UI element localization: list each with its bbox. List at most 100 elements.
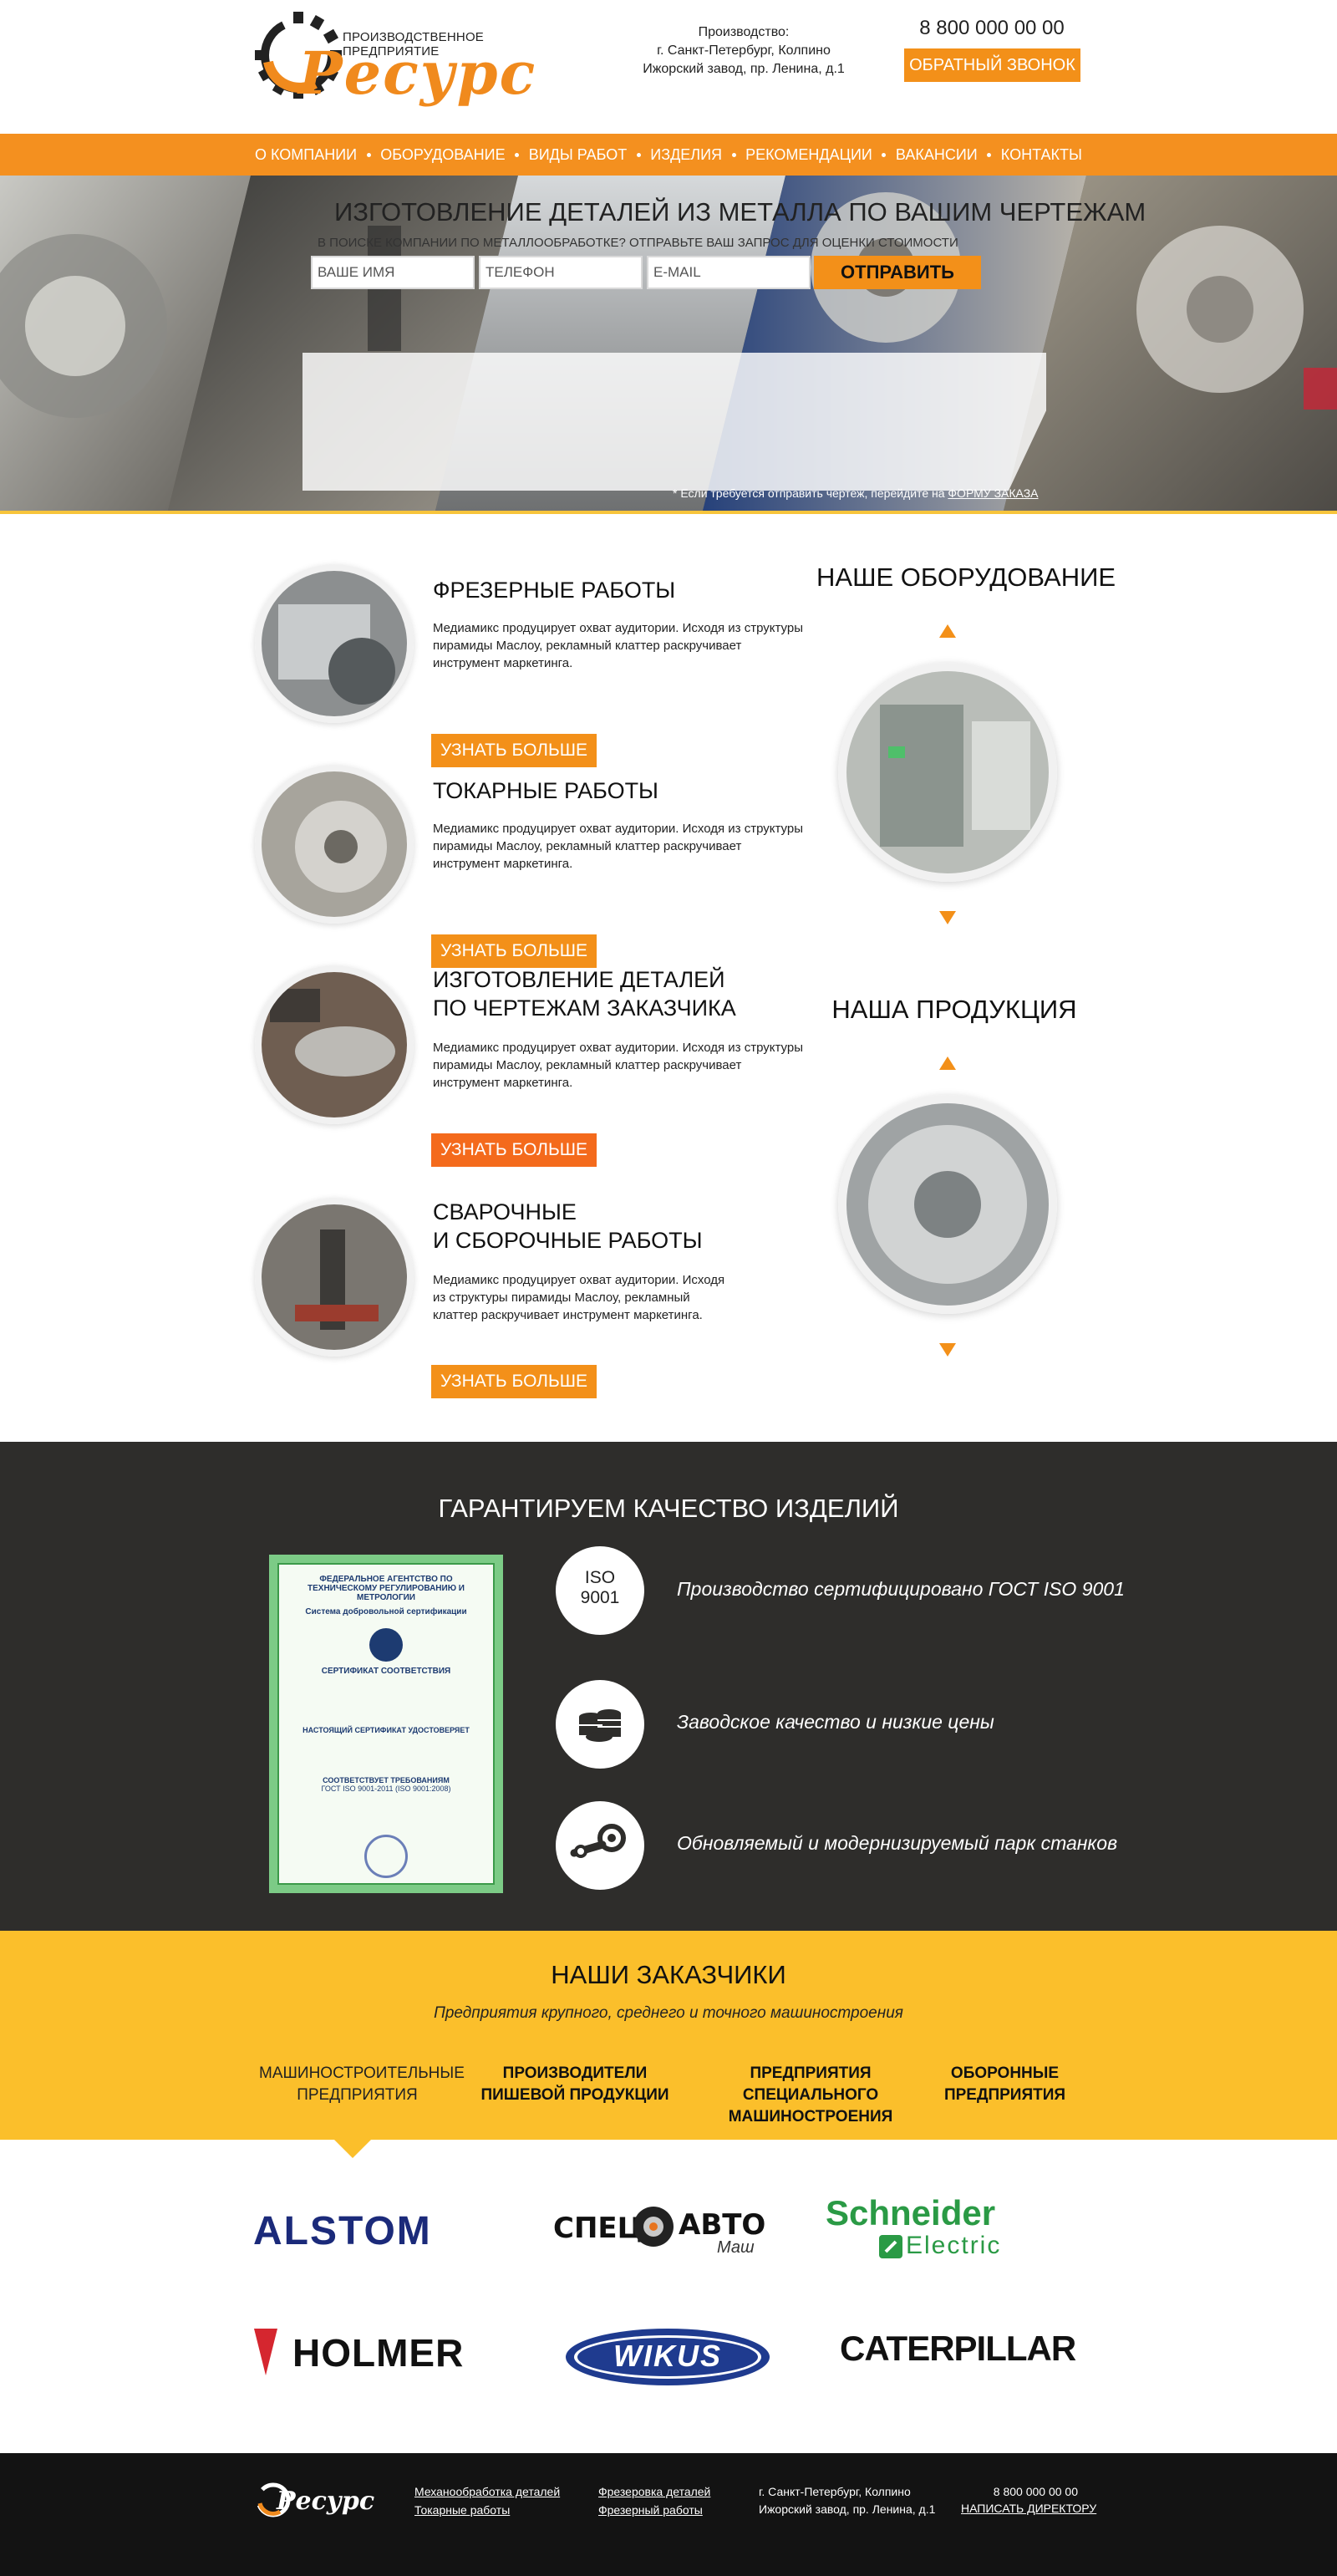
products-prev-arrow-icon[interactable]	[939, 1056, 956, 1070]
certificate-system: Система добровольной сертификации	[305, 1607, 467, 1616]
holmer-text: HOLMER	[292, 2331, 465, 2375]
nav-item-vacancies[interactable]: ВАКАНСИИ	[896, 146, 978, 164]
address-line: Ижорский завод, пр. Ленина, д.1	[643, 62, 845, 76]
footer-address-line: г. Санкт-Петербург, Колпино	[759, 2485, 911, 2498]
nav-item-products[interactable]: ИЗДЕЛИЯ	[650, 146, 722, 164]
service-image-turning[interactable]	[255, 765, 414, 924]
equipment-next-arrow-icon[interactable]	[939, 911, 956, 924]
specavtomash-logo[interactable]: СПЕЦ АВТО Маш	[553, 2198, 767, 2265]
caterpillar-logo[interactable]: CATERPILLAR	[840, 2329, 1076, 2369]
address-line: Производство:	[698, 25, 790, 39]
footer-link-milling[interactable]: Фрезеровка деталей	[598, 2485, 710, 2498]
nav-separator	[987, 152, 992, 157]
nav-separator	[731, 152, 736, 157]
service-card: ФРЕЗЕРНЫЕ РАБОТЫ Медиамикс продуцирует о…	[255, 564, 823, 767]
nav-separator	[882, 152, 887, 157]
name-input[interactable]: ВАШЕ ИМЯ	[311, 256, 475, 289]
company-logo[interactable]: ПРОИЗВОДСТВЕННОЕ ПРЕДПРИЯТИЕ Ресурс	[255, 3, 539, 108]
site-footer: Ресурс Механообработка деталей Токарные …	[0, 2453, 1337, 2576]
certificate-image[interactable]: ФЕДЕРАЛЬНОЕ АГЕНТСТВО ПО ТЕХНИЧЕСКОМУ РЕ…	[269, 1555, 503, 1893]
learn-more-button[interactable]: УЗНАТЬ БОЛЬШЕ	[431, 1133, 597, 1167]
certificate-heading: СЕРТИФИКАТ СООТВЕТСТВИЯ	[321, 1667, 451, 1676]
certificate-emblem-icon	[369, 1628, 403, 1662]
learn-more-button[interactable]: УЗНАТЬ БОЛЬШЕ	[431, 734, 597, 767]
order-form-link[interactable]: ФОРМУ ЗАКАЗА	[948, 486, 1038, 500]
learn-more-button[interactable]: УЗНАТЬ БОЛЬШЕ	[431, 1365, 597, 1398]
nav-item-equipment[interactable]: ОБОРУДОВАНИЕ	[380, 146, 505, 164]
holmer-logo[interactable]: HOLMER	[254, 2325, 513, 2384]
nav-separator	[366, 152, 371, 157]
nav-item-contacts[interactable]: КОНТАКТЫ	[1001, 146, 1082, 164]
service-card: ИЗГОТОВЛЕНИЕ ДЕТАЛЕЙ ПО ЧЕРТЕЖАМ ЗАКАЗЧИ…	[255, 965, 823, 1167]
footer-phone[interactable]: 8 800 000 00 00	[961, 2483, 1078, 2501]
products-title: НАША ПРОДУКЦИЯ	[831, 995, 1077, 1024]
product-image[interactable]	[838, 1095, 1057, 1314]
callback-button[interactable]: ОБРАТНЫЙ ЗВОНОК	[904, 48, 1080, 82]
hero-note-text: * Если требуется отправить чертеж, перей…	[673, 486, 948, 500]
write-director-link[interactable]: НАПИСАТЬ ДИРЕКТОРУ	[961, 2502, 1096, 2515]
phone-input[interactable]: ТЕЛЕФОН	[479, 256, 643, 289]
certificate-document: ФЕДЕРАЛЬНОЕ АГЕНТСТВО ПО ТЕХНИЧЕСКОМУ РЕ…	[277, 1563, 495, 1885]
footer-link-turning[interactable]: Токарные работы	[414, 2503, 510, 2517]
nav-item-recommendations[interactable]: РЕКОМЕНДАЦИИ	[745, 146, 872, 164]
service-description: Медиамикс продуцирует охват аудитории. И…	[433, 822, 803, 871]
learn-more-button[interactable]: УЗНАТЬ БОЛЬШЕ	[431, 934, 597, 968]
tab-label: ПРЕДПРИЯТИЯ	[297, 2086, 418, 2104]
schneider-mark-icon	[879, 2235, 902, 2258]
logo-name: Ресурс	[298, 38, 537, 108]
equipment-prev-arrow-icon[interactable]	[939, 624, 956, 638]
tab-machine-building[interactable]: МАШИНОСТРОИТЕЛЬНЫЕ ПРЕДПРИЯТИЯ	[259, 2063, 465, 2106]
service-card: СВАРОЧНЫЕ И СБОРОЧНЫЕ РАБОТЫ Медиамикс п…	[255, 1198, 823, 1398]
service-title: СВАРОЧНЫЕ	[433, 1199, 577, 1224]
nav-item-work-types[interactable]: ВИДЫ РАБОТ	[529, 146, 627, 164]
tab-label: ОБОРОННЫЕ	[950, 2064, 1060, 2082]
footer-link-machining[interactable]: Механообработка деталей	[414, 2485, 560, 2498]
mash-text: Маш	[717, 2238, 755, 2257]
customers-subtitle: Предприятия крупного, среднего и точного…	[434, 2004, 903, 2022]
products-next-arrow-icon[interactable]	[939, 1343, 956, 1357]
tab-label: ПИШЕВОЙ ПРОДУКЦИИ	[480, 2086, 669, 2104]
tab-label: МАШИНОСТРОЕНИЯ	[728, 2108, 893, 2125]
schneider-logo[interactable]: Schneider Electric	[826, 2193, 1035, 2260]
service-image-custom-parts[interactable]	[255, 965, 414, 1124]
address-line: г. Санкт-Петербург, Колпино	[657, 43, 831, 58]
main-nav: О КОМПАНИИ ОБОРУДОВАНИЕ ВИДЫ РАБОТ ИЗДЕЛ…	[0, 134, 1337, 176]
gear-icon	[633, 2207, 674, 2247]
nav-item-about[interactable]: О КОМПАНИИ	[255, 146, 357, 164]
holmer-mark-icon	[254, 2329, 277, 2375]
header-phone[interactable]: 8 800 000 00 00	[904, 17, 1080, 40]
iso-9001-icon: ISO 9001	[556, 1546, 644, 1635]
hero-title: ИЗГОТОВЛЕНИЕ ДЕТАЛЕЙ ИЗ МЕТАЛЛА ПО ВАШИМ…	[334, 197, 1146, 227]
wikus-logo[interactable]: WIKUS	[562, 2325, 778, 2389]
submit-button[interactable]: ОТПРАВИТЬ	[814, 256, 981, 289]
services-section: ФРЕЗЕРНЫЕ РАБОТЫ Медиамикс продуцирует о…	[0, 514, 1337, 1442]
certificate-stamp-icon	[364, 1835, 408, 1878]
service-image-milling[interactable]	[255, 564, 414, 723]
service-title: ТОКАРНЫЕ РАБОТЫ	[433, 778, 658, 803]
footer-link-milling-works[interactable]: Фрезерный работы	[598, 2503, 703, 2517]
certificate-confirms: НАСТОЯЩИЙ СЕРТИФИКАТ УДОСТОВЕРЯЕТ	[302, 1726, 470, 1734]
welding-photo	[262, 1204, 407, 1350]
quality-feature-text: Заводское качество и низкие цены	[677, 1711, 994, 1733]
service-title: ИЗГОТОВЛЕНИЕ ДЕТАЛЕЙ	[433, 967, 725, 992]
equipment-photo	[846, 671, 1049, 873]
tab-special-machinery[interactable]: ПРЕДПРИЯТИЯ СПЕЦИАЛЬНОГО МАШИНОСТРОЕНИЯ	[685, 2063, 936, 2128]
equipment-image[interactable]	[838, 663, 1057, 882]
alstom-logo[interactable]: ALSTOM	[253, 2208, 432, 2254]
footer-logo[interactable]: Ресурс	[255, 2478, 374, 2520]
hero-subtitle: В ПОИСКЕ КОМПАНИИ ПО МЕТАЛЛООБРАБОТКЕ? О…	[318, 236, 958, 250]
customers-section: НАШИ ЗАКАЗЧИКИ Предприятия крупного, сре…	[0, 1931, 1337, 2140]
tab-defense[interactable]: ОБОРОННЫЕ ПРЕДПРИЯТИЯ	[940, 2063, 1070, 2106]
service-image-welding[interactable]	[255, 1198, 414, 1357]
iso-label: ISO	[584, 1568, 616, 1587]
nav-separator	[515, 152, 520, 157]
client-logos: ALSTOM СПЕЦ АВТО Маш Schneider Electric …	[0, 2140, 1337, 2453]
electric-text: Electric	[906, 2232, 1002, 2259]
avto-text: АВТО	[679, 2208, 766, 2242]
tab-food-producers[interactable]: ПРОИЗВОДИТЕЛИ ПИШЕВОЙ ПРОДУКЦИИ	[476, 2063, 674, 2106]
certificate-agency: ФЕДЕРАЛЬНОЕ АГЕНТСТВО ПО ТЕХНИЧЕСКОМУ РЕ…	[308, 1575, 465, 1602]
email-input[interactable]: E-MAIL	[647, 256, 811, 289]
tab-label: ПРЕДПРИЯТИЯ СПЕЦИАЛЬНОГО	[742, 2064, 879, 2104]
product-photo	[846, 1103, 1049, 1306]
quality-title: ГАРАНТИРУЕМ КАЧЕСТВО ИЗДЕЛИЙ	[438, 1494, 899, 1523]
